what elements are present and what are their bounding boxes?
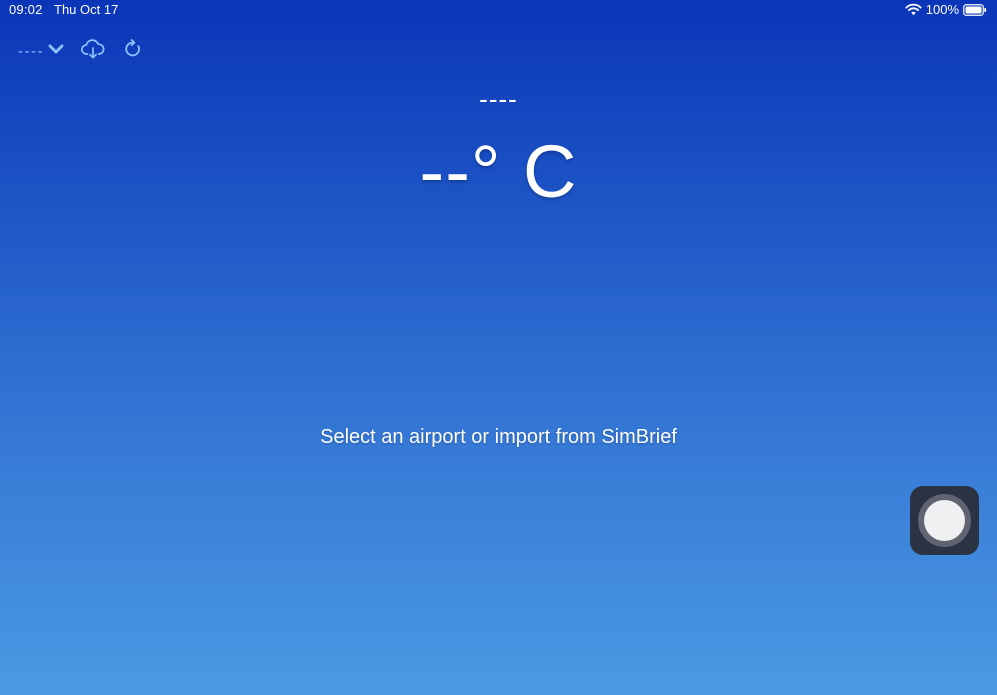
assistive-dot-icon bbox=[924, 500, 965, 541]
chevron-down-icon bbox=[48, 42, 64, 60]
wifi-icon bbox=[905, 3, 922, 16]
status-indicators: 100% bbox=[905, 2, 987, 17]
refresh-icon bbox=[123, 38, 143, 64]
status-date: Thu Oct 17 bbox=[54, 2, 119, 17]
temperature-readout: --° C bbox=[419, 130, 578, 213]
airport-code: ---- bbox=[18, 42, 44, 60]
import-simbrief-button[interactable] bbox=[81, 38, 105, 64]
cloud-download-icon bbox=[81, 38, 105, 64]
assistive-touch-button[interactable] bbox=[910, 486, 979, 555]
airport-selector[interactable]: ---- bbox=[18, 42, 64, 60]
empty-state-message: Select an airport or import from SimBrie… bbox=[320, 426, 677, 448]
refresh-button[interactable] bbox=[123, 38, 143, 64]
status-time: 09:02 bbox=[9, 2, 43, 17]
station-name: ---- bbox=[479, 84, 518, 114]
toolbar: ---- bbox=[18, 38, 143, 64]
status-bar: 09:02 Thu Oct 17 100% bbox=[0, 0, 997, 20]
battery-percentage: 100% bbox=[925, 2, 959, 17]
battery-icon bbox=[963, 3, 987, 16]
